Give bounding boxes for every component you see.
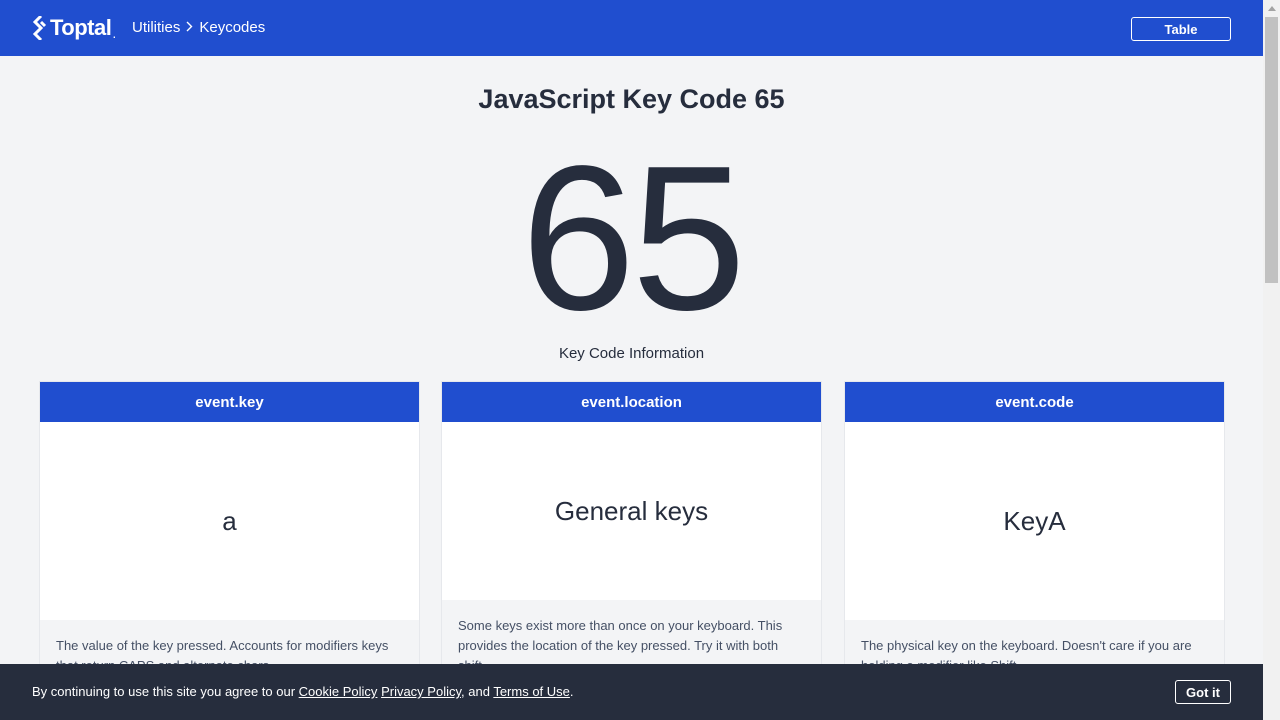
logo-dot: . (112, 25, 117, 41)
breadcrumb-utilities[interactable]: Utilities (132, 19, 180, 36)
toptal-logo[interactable]: Toptal . (32, 15, 116, 41)
cookie-policy-link[interactable]: Cookie Policy (299, 684, 378, 699)
card-header: event.key (40, 382, 419, 422)
chevron-right-icon (186, 19, 193, 36)
page-title: JavaScript Key Code 65 (478, 84, 785, 114)
event-code-card: event.code KeyA The physical key on the … (845, 382, 1224, 682)
logo-text: Toptal (50, 15, 112, 40)
toptal-logo-icon (32, 16, 47, 40)
event-location-card: event.location General keys Some keys ex… (442, 382, 821, 682)
cookie-banner: By continuing to use this site you agree… (0, 664, 1263, 720)
cookie-text: By continuing to use this site you agree… (32, 684, 574, 699)
breadcrumb: Utilities Keycodes (132, 19, 265, 36)
top-navbar: Toptal . Utilities Keycodes Table (0, 0, 1263, 56)
scroll-up-arrow-icon[interactable] (1263, 0, 1280, 17)
cookie-prefix: By continuing to use this site you agree… (32, 684, 296, 699)
table-button[interactable]: Table (1131, 17, 1231, 41)
cookie-period: . (569, 684, 574, 699)
key-code-display: 65 (520, 123, 746, 353)
card-header: event.code (845, 382, 1224, 422)
cookie-and-text: , and (461, 684, 490, 699)
privacy-policy-link[interactable]: Privacy Policy (381, 684, 461, 699)
key-code-info-label: Key Code Information (558, 345, 705, 362)
card-value: a (222, 506, 237, 536)
card-value: General keys (554, 496, 709, 526)
got-it-button[interactable]: Got it (1175, 680, 1231, 704)
event-key-card: event.key a The value of the key pressed… (40, 382, 419, 682)
breadcrumb-keycodes[interactable]: Keycodes (199, 19, 265, 36)
vertical-scrollbar[interactable] (1263, 0, 1280, 720)
scrollbar-thumb[interactable] (1265, 17, 1278, 283)
card-value: KeyA (1003, 506, 1066, 536)
card-header: event.location (442, 382, 821, 422)
terms-of-use-link[interactable]: Terms of Use (493, 684, 570, 699)
